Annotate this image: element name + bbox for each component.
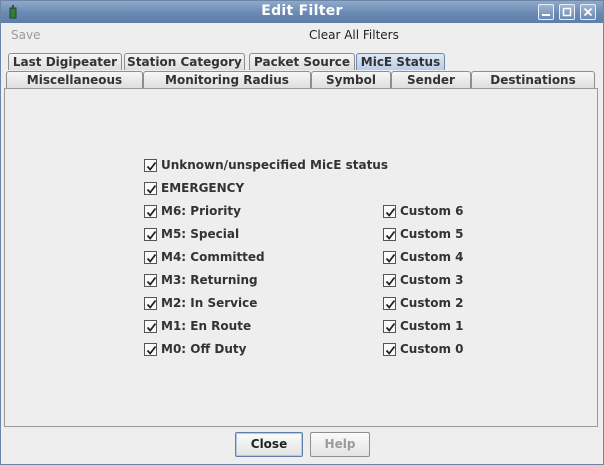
checkmark-icon	[385, 276, 396, 286]
checkbox-label: M1: En Route	[161, 319, 252, 333]
checkbox-box[interactable]	[144, 159, 157, 172]
checkbox-box[interactable]	[144, 320, 157, 333]
help-button[interactable]: Help	[310, 432, 370, 457]
checkbox-box[interactable]	[144, 297, 157, 310]
tab-sender[interactable]: Sender	[391, 71, 471, 88]
close-window-button[interactable]	[580, 4, 596, 20]
save-menu-item[interactable]: Save	[11, 28, 40, 42]
checkbox-label: EMERGENCY	[161, 181, 245, 195]
checkmark-icon	[146, 322, 157, 332]
clear-all-filters-menu-item[interactable]: Clear All Filters	[309, 28, 399, 42]
checkmark-icon	[385, 322, 396, 332]
close-icon	[583, 7, 593, 17]
minimize-button[interactable]	[538, 4, 554, 20]
checkmark-icon	[146, 184, 157, 194]
edit-filter-window: Edit Filter Save Clear All Filters Last …	[0, 0, 604, 465]
checkbox-label: Custom 1	[400, 319, 464, 333]
checkbox-box[interactable]	[383, 228, 396, 241]
checkbox-box[interactable]	[383, 297, 396, 310]
maximize-icon	[562, 7, 572, 17]
close-button[interactable]: Close	[235, 432, 303, 457]
maximize-button[interactable]	[559, 4, 575, 20]
checkbox-box[interactable]	[383, 343, 396, 356]
tab-monitoring-radius[interactable]: Monitoring Radius	[143, 71, 311, 88]
checkbox-label: Custom 5	[400, 227, 464, 241]
checkbox-box[interactable]	[144, 274, 157, 287]
checkbox-box[interactable]	[144, 343, 157, 356]
checkbox-box[interactable]	[383, 205, 396, 218]
checkbox-box[interactable]	[144, 228, 157, 241]
checkmark-icon	[146, 299, 157, 309]
checkbox-label: Custom 3	[400, 273, 464, 287]
checkmark-icon	[385, 299, 396, 309]
checkbox-label: Unknown/unspecified MicE status	[161, 158, 388, 172]
checkmark-icon	[146, 207, 157, 217]
checkmark-icon	[385, 345, 396, 355]
tab-packet-source[interactable]: Packet Source	[249, 53, 355, 70]
tab-miscellaneous[interactable]: Miscellaneous	[6, 71, 143, 88]
title-bar[interactable]: Edit Filter	[1, 1, 603, 23]
tab-mice-status[interactable]: MicE Status	[356, 53, 445, 70]
checkmark-icon	[146, 276, 157, 286]
checkbox-label: Custom 2	[400, 296, 464, 310]
checkbox-label: Custom 4	[400, 250, 464, 264]
mice-status-panel: Unknown/unspecified MicE status EMERGENC…	[4, 88, 598, 427]
checkbox-label: M5: Special	[161, 227, 240, 241]
checkbox-label: M4: Committed	[161, 250, 265, 264]
tab-symbol[interactable]: Symbol	[311, 71, 391, 88]
tab-last-digipeater[interactable]: Last Digipeater	[8, 53, 122, 70]
checkmark-icon	[385, 207, 396, 217]
checkmark-icon	[385, 230, 396, 240]
checkbox-box[interactable]	[144, 251, 157, 264]
checkbox-label: Custom 6	[400, 204, 464, 218]
checkbox-box[interactable]	[383, 274, 396, 287]
checkbox-box[interactable]	[383, 251, 396, 264]
checkbox-label: Custom 0	[400, 342, 464, 356]
checkbox-box[interactable]	[383, 320, 396, 333]
checkbox-box[interactable]	[144, 182, 157, 195]
checkmark-icon	[385, 253, 396, 263]
minimize-icon	[542, 14, 550, 16]
tab-station-category[interactable]: Station Category	[124, 53, 245, 70]
menu-bar: Save Clear All Filters	[1, 24, 603, 46]
checkbox-label: M3: Returning	[161, 273, 258, 287]
checkmark-icon	[146, 345, 157, 355]
checkbox-label: M2: In Service	[161, 296, 258, 310]
tab-destinations[interactable]: Destinations	[471, 71, 595, 88]
checkmark-icon	[146, 161, 157, 171]
checkmark-icon	[146, 253, 157, 263]
checkbox-box[interactable]	[144, 205, 157, 218]
checkbox-label: M0: Off Duty	[161, 342, 247, 356]
checkmark-icon	[146, 230, 157, 240]
checkbox-label: M6: Priority	[161, 204, 241, 218]
window-title: Edit Filter	[261, 3, 343, 19]
